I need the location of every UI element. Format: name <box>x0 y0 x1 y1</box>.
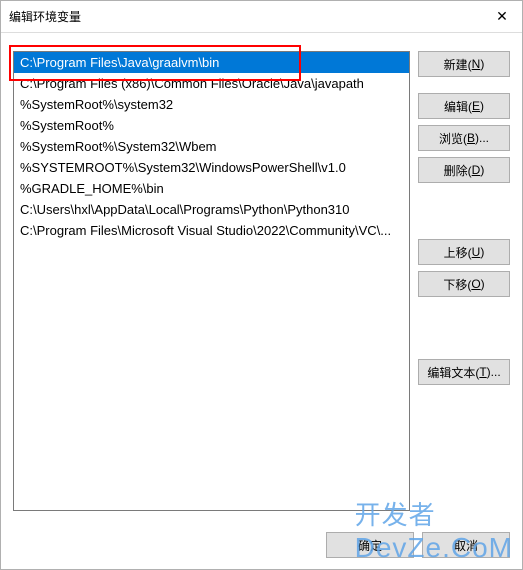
titlebar: 编辑环境变量 ✕ <box>1 1 522 33</box>
list-item[interactable]: %SYSTEMROOT%\System32\WindowsPowerShell\… <box>14 157 409 178</box>
list-item[interactable]: %GRADLE_HOME%\bin <box>14 178 409 199</box>
browse-button[interactable]: 浏览(B)... <box>418 125 510 151</box>
list-item[interactable]: C:\Program Files\Java\graalvm\bin <box>14 52 409 73</box>
dialog-footer: 确定 取消 <box>1 521 522 569</box>
edit-text-button[interactable]: 编辑文本(T)... <box>418 359 510 385</box>
list-item[interactable]: %SystemRoot% <box>14 115 409 136</box>
cancel-button[interactable]: 取消 <box>422 532 510 558</box>
move-up-button[interactable]: 上移(U) <box>418 239 510 265</box>
button-column: 新建(N) 编辑(E) 浏览(B)... 删除(D) 上移(U) 下移(O) 编… <box>418 51 510 511</box>
listbox-wrap: C:\Program Files\Java\graalvm\bin C:\Pro… <box>13 51 410 511</box>
dialog-body: C:\Program Files\Java\graalvm\bin C:\Pro… <box>1 33 522 521</box>
list-item[interactable]: %SystemRoot%\System32\Wbem <box>14 136 409 157</box>
edit-env-var-dialog: 编辑环境变量 ✕ C:\Program Files\Java\graalvm\b… <box>0 0 523 570</box>
close-button[interactable]: ✕ <box>482 1 522 33</box>
window-title: 编辑环境变量 <box>9 8 482 25</box>
delete-button[interactable]: 删除(D) <box>418 157 510 183</box>
list-item[interactable]: %SystemRoot%\system32 <box>14 94 409 115</box>
path-listbox[interactable]: C:\Program Files\Java\graalvm\bin C:\Pro… <box>13 51 410 511</box>
close-icon: ✕ <box>496 8 508 25</box>
ok-button[interactable]: 确定 <box>326 532 414 558</box>
list-item[interactable]: C:\Program Files (x86)\Common Files\Orac… <box>14 73 409 94</box>
list-item[interactable]: C:\Program Files\Microsoft Visual Studio… <box>14 220 409 241</box>
list-item[interactable]: C:\Users\hxl\AppData\Local\Programs\Pyth… <box>14 199 409 220</box>
move-down-button[interactable]: 下移(O) <box>418 271 510 297</box>
new-button[interactable]: 新建(N) <box>418 51 510 77</box>
edit-button[interactable]: 编辑(E) <box>418 93 510 119</box>
